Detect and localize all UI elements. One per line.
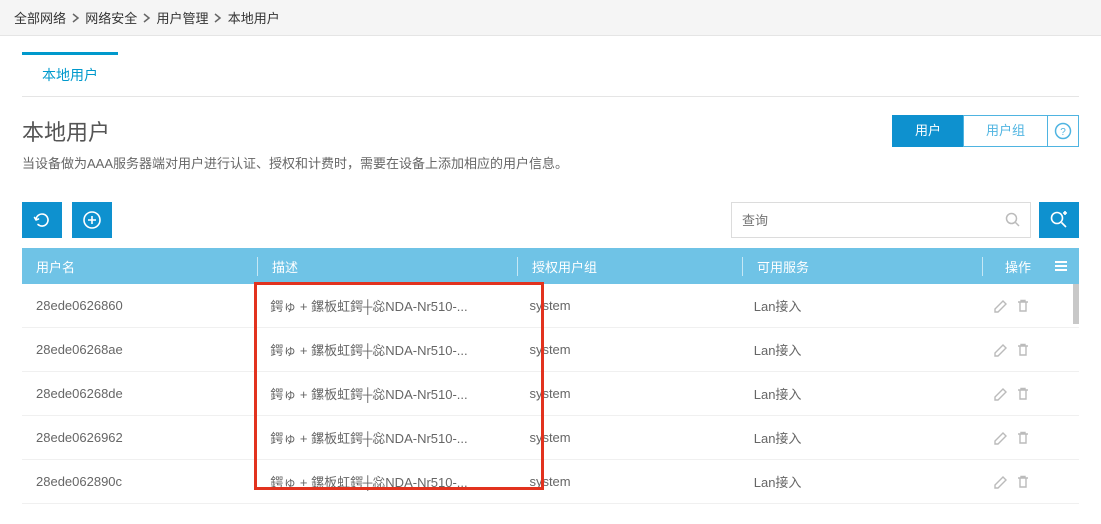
cell-auth-group: system [515,474,739,489]
tab-strip: 本地用户 [22,38,1079,97]
cell-service: Lan接入 [740,472,979,491]
breadcrumb-item[interactable]: 全部网络 [14,11,66,26]
users-table: 用户名 描述 授权用户组 可用服务 操作 28ede0626860鍔ゅ + 鏍板… [22,248,1079,504]
breadcrumb-item: 本地用户 [228,11,280,26]
search-plus-icon [1049,210,1069,230]
cell-username: 28ede06268de [22,386,256,401]
table-row[interactable]: 28ede0626962鍔ゅ + 鏍板虹鍔┼惢NDA-Nr510-...syst… [22,416,1079,460]
advanced-search-button[interactable] [1039,202,1079,238]
table-row[interactable]: 28ede06268de鍔ゅ + 鏍板虹鍔┼惢NDA-Nr510-...syst… [22,372,1079,416]
header-actions: 用户 用户组 ? [892,115,1079,147]
tab-local-users[interactable]: 本地用户 [22,52,118,97]
table-row[interactable]: 28ede0626860鍔ゅ + 鏍板虹鍔┼惢NDA-Nr510-...syst… [22,284,1079,328]
help-button[interactable]: ? [1047,115,1079,147]
search-input-wrapper [731,202,1031,238]
edit-icon[interactable] [993,298,1009,314]
cell-description: 鍔ゅ + 鏍板虹鍔┼惢NDA-Nr510-... [256,340,515,359]
edit-icon[interactable] [993,430,1009,446]
delete-icon[interactable] [1015,298,1031,314]
col-username[interactable]: 用户名 [22,257,257,276]
scrollbar[interactable] [1073,284,1079,324]
cell-username: 28ede062890c [22,474,256,489]
cell-service: Lan接入 [740,296,979,315]
chevron-right-icon [72,13,80,23]
user-button[interactable]: 用户 [892,115,964,147]
refresh-button[interactable] [22,202,62,238]
cell-description: 鍔ゅ + 鏍板虹鍔┼惢NDA-Nr510-... [256,428,515,447]
cell-description: 鍔ゅ + 鏍板虹鍔┼惢NDA-Nr510-... [256,384,515,403]
user-group-button[interactable]: 用户组 [963,115,1048,147]
cell-auth-group: system [515,430,739,445]
cell-service: Lan接入 [740,384,979,403]
col-description[interactable]: 描述 [257,257,517,276]
cell-username: 28ede06268ae [22,342,256,357]
delete-icon[interactable] [1015,474,1031,490]
table-row[interactable]: 28ede06268ae鍔ゅ + 鏍板虹鍔┼惢NDA-Nr510-...syst… [22,328,1079,372]
cell-service: Lan接入 [740,340,979,359]
search-input[interactable] [732,203,1030,237]
refresh-icon [33,211,51,229]
breadcrumb-item[interactable]: 网络安全 [85,11,137,26]
edit-icon[interactable] [993,342,1009,358]
col-auth-group[interactable]: 授权用户组 [517,257,742,276]
help-icon: ? [1054,122,1072,140]
table-header: 用户名 描述 授权用户组 可用服务 操作 [22,248,1079,284]
delete-icon[interactable] [1015,430,1031,446]
cell-auth-group: system [515,298,739,313]
breadcrumb-item[interactable]: 用户管理 [157,11,209,26]
breadcrumb: 全部网络 网络安全 用户管理 本地用户 [0,0,1101,36]
cell-username: 28ede0626962 [22,430,256,445]
cell-description: 鍔ゅ + 鏍板虹鍔┼惢NDA-Nr510-... [256,472,515,491]
edit-icon[interactable] [993,474,1009,490]
cell-description: 鍔ゅ + 鏍板虹鍔┼惢NDA-Nr510-... [256,296,515,315]
cell-auth-group: system [515,342,739,357]
col-service[interactable]: 可用服务 [742,257,982,276]
cell-username: 28ede0626860 [22,298,256,313]
add-button[interactable] [72,202,112,238]
cell-auth-group: system [515,386,739,401]
edit-icon[interactable] [993,386,1009,402]
search-icon[interactable] [1004,211,1022,229]
page-title: 本地用户 [22,115,568,147]
plus-circle-icon [82,210,102,230]
delete-icon[interactable] [1015,386,1031,402]
chevron-right-icon [143,13,151,23]
columns-menu-icon[interactable] [1053,258,1069,274]
table-row[interactable]: 28ede062890c鍔ゅ + 鏍板虹鍔┼惢NDA-Nr510-...syst… [22,460,1079,504]
svg-text:?: ? [1060,127,1066,138]
delete-icon[interactable] [1015,342,1031,358]
cell-service: Lan接入 [740,428,979,447]
page-description: 当设备做为AAA服务器端对用户进行认证、授权和计费时，需要在设备上添加相应的用户… [22,153,568,172]
chevron-right-icon [214,13,222,23]
